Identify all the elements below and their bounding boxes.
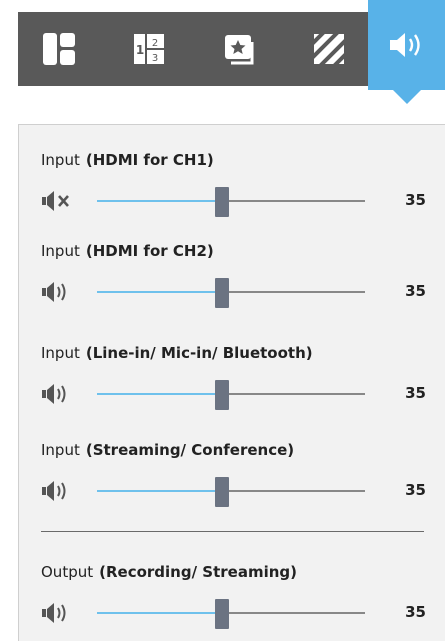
svg-text:1: 1: [136, 43, 144, 57]
mute-toggle-speaker-icon[interactable]: [41, 382, 75, 406]
active-tab-pointer: [392, 90, 421, 104]
volume-slider-track[interactable]: [97, 393, 365, 395]
svg-text:2: 2: [152, 38, 158, 49]
channel-source: (Recording/ Streaming): [99, 563, 297, 581]
numbered-split-icon: 1 2 3: [134, 34, 164, 64]
volume-slider-track[interactable]: [97, 490, 365, 492]
volume-slider-fill: [97, 612, 222, 614]
speaker-icon: [389, 33, 420, 57]
channel-source: (Streaming/ Conference): [85, 441, 295, 459]
channel-type: Input: [41, 151, 80, 169]
volume-value: 35: [405, 191, 426, 209]
channel-source: (HDMI for CH2): [85, 242, 214, 260]
volume-slider-fill: [97, 490, 222, 492]
audio-toolbar: 1 2 3: [18, 0, 445, 104]
stripes-icon: [314, 34, 344, 64]
channel-type: Input: [41, 242, 80, 260]
pattern-button[interactable]: [288, 12, 370, 86]
mute-toggle-speaker-icon[interactable]: [41, 601, 75, 625]
channel-source: (Line-in/ Mic-in/ Bluetooth): [85, 344, 313, 362]
audio-mixer-panel: Input (HDMI for CH1) 35 Input (HDMI for CH…: [18, 124, 445, 641]
mute-toggle-muted-icon[interactable]: [41, 189, 75, 213]
favorite-button[interactable]: [198, 12, 280, 86]
volume-slider-fill: [97, 200, 222, 202]
layout-icon: [43, 33, 75, 65]
audio-tab-button[interactable]: [368, 0, 445, 104]
volume-slider-thumb[interactable]: [215, 187, 229, 217]
volume-slider-thumb[interactable]: [215, 599, 229, 629]
channel-title: Input (Streaming/ Conference): [41, 441, 294, 459]
volume-slider-thumb[interactable]: [215, 477, 229, 507]
channel-type: Input: [41, 344, 80, 362]
volume-slider-track[interactable]: [97, 200, 365, 202]
volume-slider-thumb[interactable]: [215, 380, 229, 410]
favorite-frame-icon: [225, 35, 254, 65]
volume-value: 35: [405, 481, 426, 499]
volume-value: 35: [405, 282, 426, 300]
volume-slider-track[interactable]: [97, 612, 365, 614]
channel-type: Output: [41, 563, 94, 581]
channel-title: Input (HDMI for CH1): [41, 151, 214, 169]
volume-slider-track[interactable]: [97, 291, 365, 293]
volume-value: 35: [405, 603, 426, 621]
channel-title: Input (HDMI for CH2): [41, 242, 214, 260]
layout-button[interactable]: [18, 12, 100, 86]
numbered-layout-button[interactable]: 1 2 3: [108, 12, 190, 86]
volume-slider-thumb[interactable]: [215, 278, 229, 308]
svg-text:3: 3: [152, 53, 158, 64]
channel-type: Input: [41, 441, 80, 459]
volume-value: 35: [405, 384, 426, 402]
channel-title: Input (Line-in/ Mic-in/ Bluetooth): [41, 344, 313, 362]
volume-slider-fill: [97, 291, 222, 293]
mute-toggle-speaker-icon[interactable]: [41, 479, 75, 503]
channel-source: (HDMI for CH1): [85, 151, 214, 169]
channel-title: Output (Recording/ Streaming): [41, 563, 297, 581]
section-divider: [41, 531, 424, 532]
volume-slider-fill: [97, 393, 222, 395]
mute-toggle-speaker-icon[interactable]: [41, 280, 75, 304]
